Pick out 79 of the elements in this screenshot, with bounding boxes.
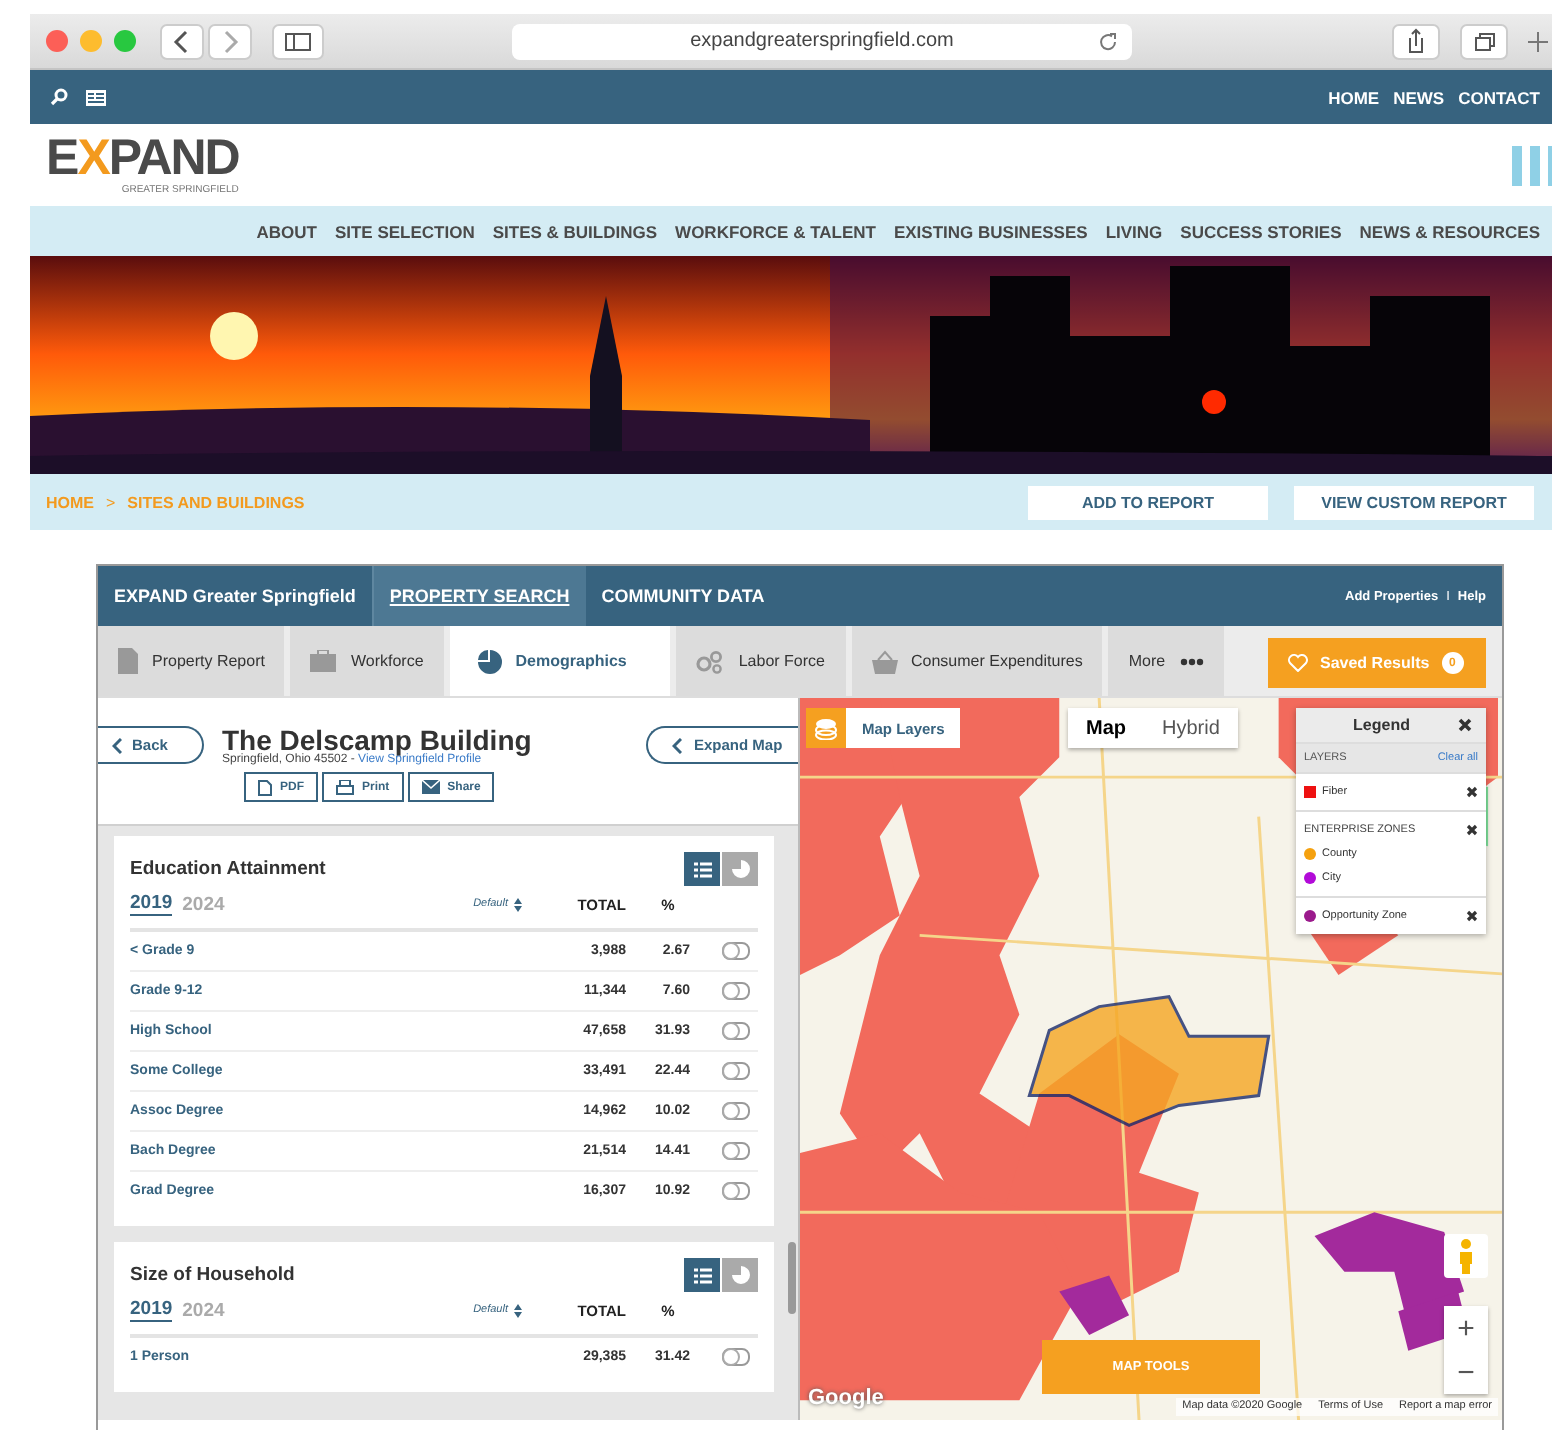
toggle-switch[interactable]	[722, 1182, 750, 1200]
zoom-button[interactable]: −	[1444, 1350, 1488, 1394]
nav-link[interactable]: EXISTING BUSINESSES	[893, 221, 1088, 241]
nav-link[interactable]: WORKFORCE & TALENT	[675, 221, 876, 241]
basket-icon	[871, 649, 897, 673]
back-icon[interactable]	[160, 23, 204, 59]
year-tab[interactable]: 2019	[130, 892, 173, 916]
remove-icon[interactable]	[1466, 824, 1478, 836]
close-icon[interactable]	[1458, 718, 1472, 732]
share-icon[interactable]	[1392, 23, 1440, 59]
utility-link[interactable]: CONTACT	[1458, 87, 1540, 107]
maximize-window-icon[interactable]	[114, 30, 136, 52]
address-field[interactable]: expandgreaterspringfield.com	[512, 23, 1132, 59]
card-title: Size of Household	[130, 1264, 295, 1286]
tab[interactable]: Labor Force	[676, 626, 845, 696]
chevron-left-icon	[112, 737, 122, 753]
heart-icon	[1288, 654, 1308, 672]
legend-title: Legend	[1353, 716, 1410, 734]
toggle-switch[interactable]	[722, 982, 750, 1000]
nav-link[interactable]: NEWS & RESOURCES	[1359, 221, 1540, 241]
document-icon	[118, 648, 138, 674]
printer-icon	[336, 779, 354, 795]
tab[interactable]: More	[1108, 626, 1224, 696]
pie-chart-icon	[731, 1266, 749, 1284]
tab[interactable]: Consumer Expenditures	[851, 626, 1103, 696]
nav-link[interactable]: SITES & BUILDINGS	[492, 221, 658, 241]
chevron-left-icon	[672, 737, 682, 753]
nav-link[interactable]: SITE SELECTION	[334, 221, 475, 241]
nav-link[interactable]: SUCCESS STORIES	[1180, 221, 1342, 241]
utility-link[interactable]: HOME	[1328, 87, 1380, 107]
tab[interactable]: Property Report	[98, 626, 285, 696]
map-type-tab[interactable]: Hybrid	[1144, 708, 1238, 748]
breadcrumb-separator: >	[106, 493, 116, 511]
briefcase-icon	[310, 650, 337, 672]
close-window-icon[interactable]	[46, 30, 68, 52]
remove-icon[interactable]	[1466, 786, 1478, 798]
reload-icon[interactable]	[1098, 31, 1118, 51]
sort-icon	[514, 897, 522, 911]
envelope-icon	[421, 780, 440, 794]
year-tab[interactable]: 2019	[130, 1298, 173, 1322]
pie-chart-icon	[477, 649, 502, 673]
toggle-switch[interactable]	[722, 942, 750, 960]
header-tab[interactable]: COMMUNITY DATA	[585, 566, 781, 626]
gears-icon	[696, 649, 725, 673]
property-title: The Delscamp Building	[222, 726, 534, 754]
sort-icon	[514, 1303, 522, 1317]
remove-icon[interactable]	[1466, 910, 1478, 922]
toggle-switch[interactable]	[722, 1062, 750, 1080]
pie-chart-icon	[731, 860, 749, 878]
header-tab[interactable]: PROPERTY SEARCH	[373, 566, 586, 626]
list-icon	[693, 861, 711, 877]
tab[interactable]: Workforce	[290, 626, 444, 696]
list-view-button[interactable]	[684, 852, 720, 886]
card-icon[interactable]	[86, 89, 106, 105]
toggle-switch[interactable]	[722, 1022, 750, 1040]
toggle-switch[interactable]	[722, 1102, 750, 1120]
toggle-switch[interactable]	[722, 1142, 750, 1160]
document-icon	[258, 779, 272, 795]
bars-icon[interactable]	[1512, 145, 1552, 185]
report-button[interactable]: ADD TO REPORT	[1028, 485, 1268, 519]
utility-link[interactable]: NEWS	[1393, 87, 1445, 107]
scrollbar[interactable]	[788, 1242, 796, 1314]
nav-link[interactable]: ABOUT	[256, 221, 317, 241]
report-button[interactable]: VIEW CUSTOM REPORT	[1294, 485, 1534, 519]
layers-icon	[814, 717, 838, 739]
list-view-button[interactable]	[684, 1258, 720, 1292]
search-icon[interactable]	[50, 88, 68, 106]
tab[interactable]: Demographics	[449, 626, 671, 696]
new-tab-icon[interactable]	[1528, 31, 1548, 51]
nav-link[interactable]: LIVING	[1105, 221, 1163, 241]
sidebar-icon[interactable]	[272, 23, 324, 59]
tabs-icon[interactable]	[1460, 23, 1508, 59]
more-icon	[1179, 657, 1204, 665]
person-icon[interactable]	[1444, 1234, 1488, 1278]
map-type-tab[interactable]: Map	[1068, 708, 1144, 748]
list-icon	[693, 1267, 711, 1283]
card-title: Education Attainment	[130, 858, 326, 880]
zoom-button[interactable]: +	[1444, 1306, 1488, 1350]
toggle-switch[interactable]	[722, 1348, 750, 1366]
